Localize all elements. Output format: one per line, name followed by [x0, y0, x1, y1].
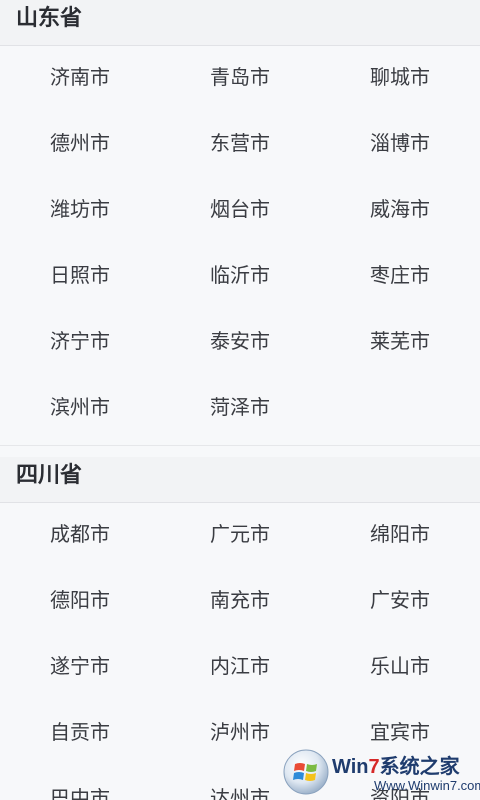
city-item[interactable]: 绵阳市 — [320, 499, 480, 565]
city-item[interactable]: 泰安市 — [160, 306, 320, 372]
city-item[interactable]: 聊城市 — [320, 42, 480, 108]
province-header-shandong: 山东省 — [0, 0, 480, 46]
city-item[interactable]: 临沂市 — [160, 240, 320, 306]
city-item[interactable]: 枣庄市 — [320, 240, 480, 306]
city-item[interactable]: 广安市 — [320, 565, 480, 631]
city-item[interactable]: 东营市 — [160, 108, 320, 174]
windows-logo-icon — [283, 749, 329, 795]
province-header-sichuan: 四川省 — [0, 457, 480, 503]
city-grid-shandong: 济南市 青岛市 聊城市 德州市 东营市 淄博市 潍坊市 烟台市 威海市 日照市 … — [0, 42, 480, 438]
city-item[interactable]: 济宁市 — [0, 306, 160, 372]
city-item[interactable]: 德阳市 — [0, 565, 160, 631]
city-item[interactable]: 烟台市 — [160, 174, 320, 240]
city-item[interactable]: 内江市 — [160, 631, 320, 697]
city-item[interactable]: 自贡市 — [0, 697, 160, 763]
watermark-logo: Win7系统之家 — [332, 756, 460, 778]
city-item[interactable]: 济南市 — [0, 42, 160, 108]
province-title: 山东省 — [16, 6, 83, 31]
watermark: Win7系统之家 Www.Winwin7.com — [282, 748, 480, 798]
section-divider — [0, 445, 480, 446]
city-item[interactable]: 淄博市 — [320, 108, 480, 174]
city-item[interactable]: 威海市 — [320, 174, 480, 240]
city-item[interactable]: 广元市 — [160, 499, 320, 565]
city-item[interactable]: 德州市 — [0, 108, 160, 174]
city-item[interactable]: 日照市 — [0, 240, 160, 306]
province-title: 四川省 — [16, 463, 83, 488]
city-item[interactable]: 滨州市 — [0, 372, 160, 438]
city-item[interactable]: 潍坊市 — [0, 174, 160, 240]
city-item[interactable]: 乐山市 — [320, 631, 480, 697]
watermark-url: Www.Winwin7.com — [374, 778, 480, 793]
city-item[interactable]: 南充市 — [160, 565, 320, 631]
city-item[interactable]: 巴中市 — [0, 763, 160, 800]
city-item[interactable]: 成都市 — [0, 499, 160, 565]
city-item[interactable]: 莱芜市 — [320, 306, 480, 372]
city-item[interactable]: 青岛市 — [160, 42, 320, 108]
city-item[interactable]: 菏泽市 — [160, 372, 320, 438]
city-item[interactable]: 遂宁市 — [0, 631, 160, 697]
city-picker-screen: 山东省 济南市 青岛市 聊城市 德州市 东营市 淄博市 潍坊市 烟台市 威海市 … — [0, 0, 480, 800]
